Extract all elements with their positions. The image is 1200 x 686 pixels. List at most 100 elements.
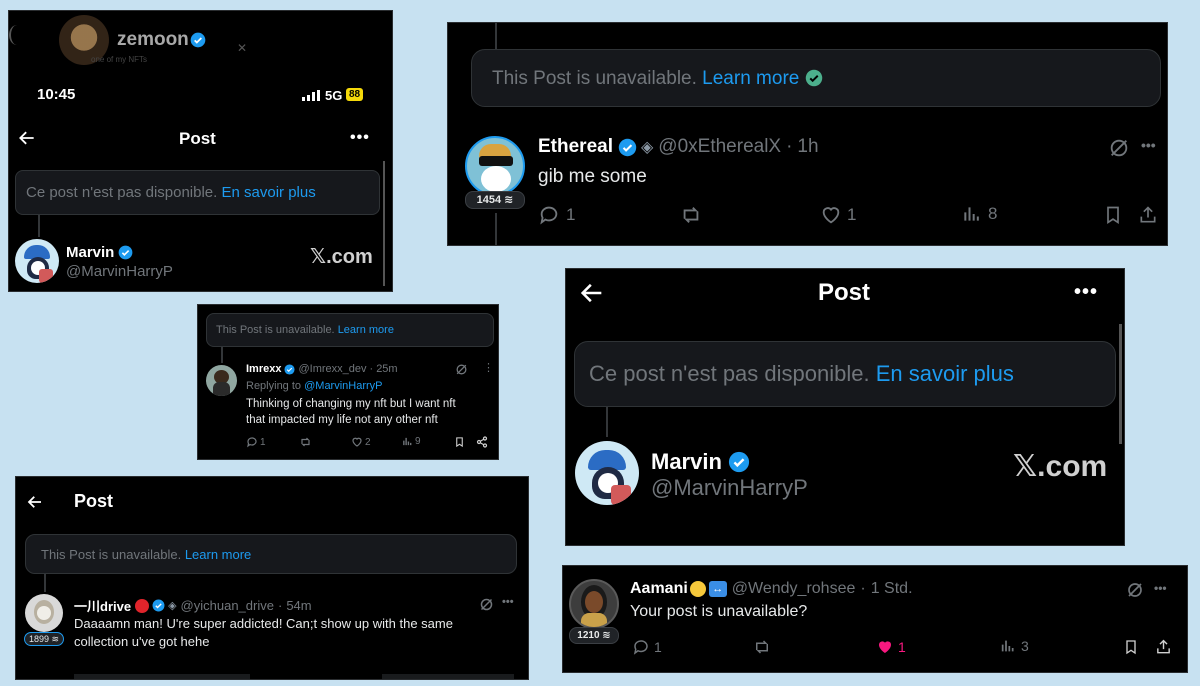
- grok-icon[interactable]: [1108, 137, 1130, 159]
- share-icon[interactable]: [1155, 638, 1172, 656]
- heart-icon: [351, 436, 363, 448]
- more-icon[interactable]: •••: [1141, 137, 1156, 153]
- reply-button[interactable]: 1: [246, 436, 266, 448]
- share-icon[interactable]: [1138, 204, 1158, 226]
- panel-yichuan: Post This Post is unavailable. Learn mor…: [15, 476, 529, 680]
- post-time: 25m: [376, 363, 398, 375]
- views-count: 8: [988, 204, 998, 223]
- author-handle[interactable]: @MarvinHarryP: [66, 263, 173, 280]
- heart-icon: [820, 204, 842, 226]
- marvin-avatar[interactable]: [15, 239, 59, 283]
- cut-off-action-row: [74, 674, 514, 679]
- unavailable-notice: Ce post n'est pas disponible. En savoir …: [574, 341, 1116, 407]
- clock: 10:45: [37, 86, 76, 103]
- author-name[interactable]: Ethereal: [538, 136, 613, 158]
- aamani-avatar[interactable]: [569, 579, 619, 629]
- reply-icon: [632, 638, 650, 656]
- learn-more-link[interactable]: Learn more: [338, 324, 394, 336]
- x-brand-watermark: 𝕏.com: [310, 246, 373, 268]
- post-time: 1 Std.: [870, 580, 913, 597]
- zemoon-name: zemoon: [117, 29, 189, 50]
- bookmark-icon[interactable]: [454, 436, 465, 448]
- page-title: Post: [818, 279, 871, 306]
- share-icon[interactable]: [476, 436, 488, 448]
- scrollbar[interactable]: [1119, 324, 1122, 444]
- author-handle[interactable]: @yichuan_drive: [181, 598, 274, 613]
- separator-dot: ·: [369, 363, 374, 375]
- post-time: 1h: [797, 136, 819, 157]
- bookmark-icon[interactable]: [1123, 638, 1139, 656]
- learn-more-link[interactable]: Learn more: [185, 547, 251, 562]
- notice-text: This Post is unavailable.: [216, 324, 335, 336]
- more-icon[interactable]: ⋮: [483, 361, 494, 374]
- views-button[interactable]: 8: [962, 204, 997, 224]
- like-button[interactable]: 1: [820, 204, 856, 226]
- grok-icon[interactable]: [1126, 581, 1144, 599]
- back-arrow-icon[interactable]: [26, 493, 44, 511]
- views-button[interactable]: 3: [1000, 638, 1029, 654]
- author-name[interactable]: Marvin: [66, 244, 114, 261]
- verified-icon: [284, 363, 296, 375]
- reply-button[interactable]: 1: [538, 204, 575, 226]
- repost-button[interactable]: [679, 204, 703, 226]
- author-handle[interactable]: @MarvinHarryP: [651, 475, 808, 501]
- notice-text: Ce post n'est pas disponible.: [589, 361, 870, 386]
- back-arrow-icon[interactable]: [17, 128, 37, 148]
- author-handle[interactable]: @0xEtherealX: [658, 136, 781, 158]
- diamond-icon: ◈: [168, 600, 177, 612]
- nft-count-pill: 1454 ≋: [465, 191, 525, 209]
- learn-more-link[interactable]: En savoir plus: [222, 184, 316, 201]
- grok-icon[interactable]: [455, 363, 468, 376]
- page-title: Post: [74, 491, 114, 511]
- separator-dot: ·: [860, 580, 866, 597]
- arrows-emoji-icon: ↔: [708, 581, 727, 597]
- unavailable-notice: Ce post n'est pas disponible. En savoir …: [15, 170, 380, 215]
- more-icon[interactable]: •••: [1154, 581, 1167, 595]
- diamond-icon: ◈: [640, 139, 654, 156]
- repost-button[interactable]: [299, 436, 312, 448]
- author-name[interactable]: Marvin: [651, 449, 722, 475]
- reply-button[interactable]: 1: [632, 638, 662, 656]
- repost-button[interactable]: [752, 638, 772, 656]
- like-button[interactable]: 2: [351, 436, 371, 448]
- scrollbar[interactable]: [383, 161, 385, 286]
- separator-dot: ·: [277, 598, 283, 613]
- views-button[interactable]: 9: [402, 436, 421, 447]
- learn-more-link[interactable]: En savoir plus: [876, 361, 1014, 386]
- grok-icon[interactable]: [479, 597, 494, 612]
- more-icon[interactable]: •••: [502, 596, 514, 608]
- marvin-avatar[interactable]: [575, 441, 639, 505]
- imrexx-avatar[interactable]: [206, 365, 237, 396]
- network-label: 5G: [325, 88, 343, 103]
- battery-level: 88: [349, 89, 361, 100]
- zemoon-subtitle: one of my NFTs: [91, 55, 148, 64]
- author-name[interactable]: Imrexx: [246, 363, 281, 375]
- panel-marvin-fr-phone: zemoon one of my NFTs ✕ 10:45 5G 88 Post…: [8, 10, 393, 292]
- ethereal-avatar[interactable]: [465, 136, 525, 196]
- close-icon[interactable]: ✕: [237, 41, 247, 55]
- more-icon[interactable]: •••: [1074, 281, 1098, 304]
- thread-line-lower: [495, 213, 497, 245]
- nft-count: 1899: [28, 634, 49, 644]
- back-arrow-icon[interactable]: [578, 279, 606, 307]
- check-icon: [805, 69, 823, 87]
- more-icon[interactable]: •••: [350, 129, 370, 147]
- bookmark-icon[interactable]: [1103, 204, 1123, 226]
- signal-icon: [302, 90, 320, 101]
- back-icon-faded[interactable]: [9, 25, 25, 45]
- author-name[interactable]: Aamani: [630, 580, 688, 598]
- like-button[interactable]: 1: [876, 638, 906, 656]
- views-icon: [402, 436, 413, 447]
- thread-line: [495, 23, 497, 49]
- reply-count: 1: [260, 436, 266, 448]
- post-text: gib me some: [538, 166, 647, 187]
- reply-handle-link[interactable]: @MarvinHarryP: [304, 380, 382, 392]
- author-handle[interactable]: @Imrexx_dev: [298, 363, 366, 375]
- learn-more-link[interactable]: Learn more: [702, 68, 799, 89]
- separator-dot: ·: [786, 136, 793, 157]
- heart-filled-icon: [876, 638, 894, 656]
- yichuan-avatar[interactable]: [25, 594, 63, 632]
- red-dot-badge: [135, 598, 150, 613]
- author-handle[interactable]: @Wendy_rohsee: [732, 580, 856, 598]
- author-name[interactable]: 一川drive: [74, 596, 131, 615]
